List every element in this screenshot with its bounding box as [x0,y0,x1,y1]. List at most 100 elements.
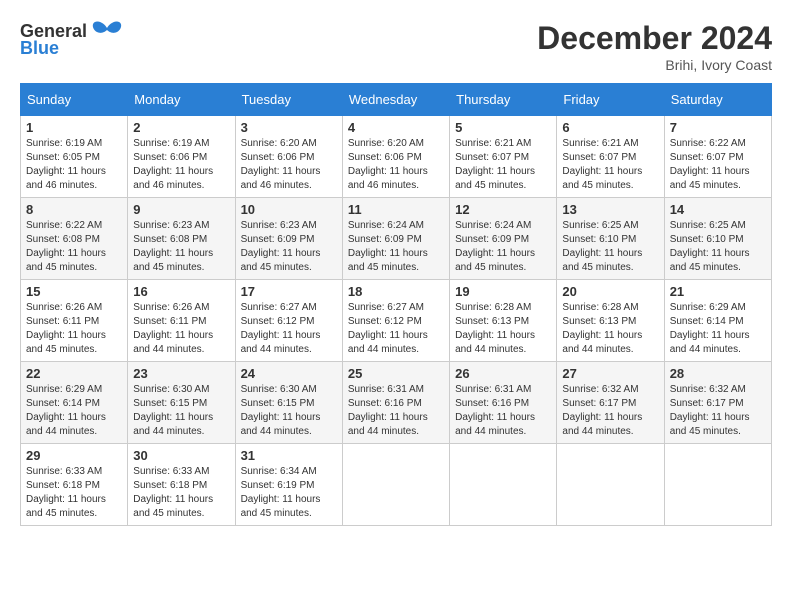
calendar-table: SundayMondayTuesdayWednesdayThursdayFrid… [20,83,772,526]
header-monday: Monday [128,84,235,116]
day-26: 26 Sunrise: 6:31 AMSunset: 6:16 PMDaylig… [450,362,557,444]
header-thursday: Thursday [450,84,557,116]
day-number: 26 [455,366,551,381]
day-10: 10 Sunrise: 6:23 AMSunset: 6:09 PMDaylig… [235,198,342,280]
day-info: Sunrise: 6:30 AMSunset: 6:15 PMDaylight:… [133,384,213,437]
header-tuesday: Tuesday [235,84,342,116]
week-row-2: 8 Sunrise: 6:22 AMSunset: 6:08 PMDayligh… [21,198,772,280]
day-info: Sunrise: 6:28 AMSunset: 6:13 PMDaylight:… [562,302,642,355]
day-number: 8 [26,202,122,217]
day-17: 17 Sunrise: 6:27 AMSunset: 6:12 PMDaylig… [235,280,342,362]
day-info: Sunrise: 6:31 AMSunset: 6:16 PMDaylight:… [455,384,535,437]
day-info: Sunrise: 6:19 AMSunset: 6:06 PMDaylight:… [133,138,213,191]
day-8: 8 Sunrise: 6:22 AMSunset: 6:08 PMDayligh… [21,198,128,280]
day-number: 15 [26,284,122,299]
day-info: Sunrise: 6:25 AMSunset: 6:10 PMDaylight:… [670,220,750,273]
day-number: 13 [562,202,658,217]
header-sunday: Sunday [21,84,128,116]
day-number: 11 [348,202,444,217]
day-4: 4 Sunrise: 6:20 AMSunset: 6:06 PMDayligh… [342,116,449,198]
day-info: Sunrise: 6:32 AMSunset: 6:17 PMDaylight:… [562,384,642,437]
day-number: 2 [133,120,229,135]
day-19: 19 Sunrise: 6:28 AMSunset: 6:13 PMDaylig… [450,280,557,362]
day-3: 3 Sunrise: 6:20 AMSunset: 6:06 PMDayligh… [235,116,342,198]
day-info: Sunrise: 6:32 AMSunset: 6:17 PMDaylight:… [670,384,750,437]
day-number: 29 [26,448,122,463]
calendar-header-row: SundayMondayTuesdayWednesdayThursdayFrid… [21,84,772,116]
day-info: Sunrise: 6:34 AMSunset: 6:19 PMDaylight:… [241,466,321,519]
day-number: 18 [348,284,444,299]
day-number: 7 [670,120,766,135]
day-info: Sunrise: 6:22 AMSunset: 6:08 PMDaylight:… [26,220,106,273]
day-info: Sunrise: 6:28 AMSunset: 6:13 PMDaylight:… [455,302,535,355]
day-22: 22 Sunrise: 6:29 AMSunset: 6:14 PMDaylig… [21,362,128,444]
day-20: 20 Sunrise: 6:28 AMSunset: 6:13 PMDaylig… [557,280,664,362]
empty-cell [557,444,664,526]
day-number: 22 [26,366,122,381]
day-number: 6 [562,120,658,135]
day-info: Sunrise: 6:21 AMSunset: 6:07 PMDaylight:… [455,138,535,191]
week-row-1: 1 Sunrise: 6:19 AMSunset: 6:05 PMDayligh… [21,116,772,198]
day-info: Sunrise: 6:23 AMSunset: 6:09 PMDaylight:… [241,220,321,273]
day-info: Sunrise: 6:24 AMSunset: 6:09 PMDaylight:… [348,220,428,273]
day-number: 4 [348,120,444,135]
day-info: Sunrise: 6:20 AMSunset: 6:06 PMDaylight:… [241,138,321,191]
day-number: 12 [455,202,551,217]
day-number: 3 [241,120,337,135]
header-saturday: Saturday [664,84,771,116]
day-21: 21 Sunrise: 6:29 AMSunset: 6:14 PMDaylig… [664,280,771,362]
day-info: Sunrise: 6:33 AMSunset: 6:18 PMDaylight:… [26,466,106,519]
day-15: 15 Sunrise: 6:26 AMSunset: 6:11 PMDaylig… [21,280,128,362]
day-info: Sunrise: 6:29 AMSunset: 6:14 PMDaylight:… [26,384,106,437]
header: General Blue December 2024 Brihi, Ivory … [20,20,772,73]
day-number: 21 [670,284,766,299]
day-number: 10 [241,202,337,217]
day-number: 9 [133,202,229,217]
logo-blue-text: Blue [20,38,59,59]
day-12: 12 Sunrise: 6:24 AMSunset: 6:09 PMDaylig… [450,198,557,280]
day-number: 25 [348,366,444,381]
day-info: Sunrise: 6:30 AMSunset: 6:15 PMDaylight:… [241,384,321,437]
day-23: 23 Sunrise: 6:30 AMSunset: 6:15 PMDaylig… [128,362,235,444]
empty-cell [664,444,771,526]
empty-cell [450,444,557,526]
header-friday: Friday [557,84,664,116]
day-info: Sunrise: 6:31 AMSunset: 6:16 PMDaylight:… [348,384,428,437]
day-info: Sunrise: 6:23 AMSunset: 6:08 PMDaylight:… [133,220,213,273]
day-info: Sunrise: 6:20 AMSunset: 6:06 PMDaylight:… [348,138,428,191]
header-wednesday: Wednesday [342,84,449,116]
month-title: December 2024 [537,20,772,57]
day-info: Sunrise: 6:21 AMSunset: 6:07 PMDaylight:… [562,138,642,191]
day-28: 28 Sunrise: 6:32 AMSunset: 6:17 PMDaylig… [664,362,771,444]
day-number: 28 [670,366,766,381]
week-row-5: 29 Sunrise: 6:33 AMSunset: 6:18 PMDaylig… [21,444,772,526]
day-number: 30 [133,448,229,463]
day-info: Sunrise: 6:27 AMSunset: 6:12 PMDaylight:… [241,302,321,355]
logo: General Blue [20,20,123,59]
day-number: 27 [562,366,658,381]
day-info: Sunrise: 6:26 AMSunset: 6:11 PMDaylight:… [133,302,213,355]
day-9: 9 Sunrise: 6:23 AMSunset: 6:08 PMDayligh… [128,198,235,280]
day-31: 31 Sunrise: 6:34 AMSunset: 6:19 PMDaylig… [235,444,342,526]
day-info: Sunrise: 6:25 AMSunset: 6:10 PMDaylight:… [562,220,642,273]
day-29: 29 Sunrise: 6:33 AMSunset: 6:18 PMDaylig… [21,444,128,526]
day-number: 19 [455,284,551,299]
location: Brihi, Ivory Coast [537,57,772,73]
day-number: 17 [241,284,337,299]
week-row-3: 15 Sunrise: 6:26 AMSunset: 6:11 PMDaylig… [21,280,772,362]
day-info: Sunrise: 6:26 AMSunset: 6:11 PMDaylight:… [26,302,106,355]
day-number: 5 [455,120,551,135]
day-info: Sunrise: 6:19 AMSunset: 6:05 PMDaylight:… [26,138,106,191]
day-number: 24 [241,366,337,381]
day-number: 16 [133,284,229,299]
week-row-4: 22 Sunrise: 6:29 AMSunset: 6:14 PMDaylig… [21,362,772,444]
day-info: Sunrise: 6:27 AMSunset: 6:12 PMDaylight:… [348,302,428,355]
day-6: 6 Sunrise: 6:21 AMSunset: 6:07 PMDayligh… [557,116,664,198]
day-info: Sunrise: 6:29 AMSunset: 6:14 PMDaylight:… [670,302,750,355]
empty-cell [342,444,449,526]
day-14: 14 Sunrise: 6:25 AMSunset: 6:10 PMDaylig… [664,198,771,280]
day-24: 24 Sunrise: 6:30 AMSunset: 6:15 PMDaylig… [235,362,342,444]
day-info: Sunrise: 6:24 AMSunset: 6:09 PMDaylight:… [455,220,535,273]
day-2: 2 Sunrise: 6:19 AMSunset: 6:06 PMDayligh… [128,116,235,198]
day-5: 5 Sunrise: 6:21 AMSunset: 6:07 PMDayligh… [450,116,557,198]
